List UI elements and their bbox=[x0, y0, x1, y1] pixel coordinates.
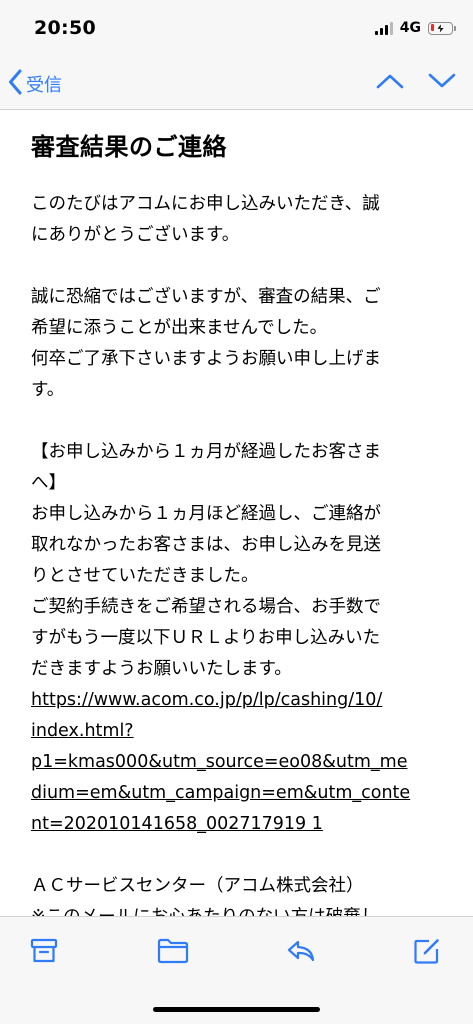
compose-button[interactable] bbox=[411, 937, 443, 969]
body-line: お申し込みから１ヵ月ほど経過し、ご連絡が bbox=[31, 504, 381, 524]
compose-icon bbox=[413, 937, 441, 969]
body-line: 【お申し込みから１ヵ月が経過したお客さま bbox=[31, 442, 381, 462]
body-line: 取れなかったお客さまは、お申し込みを見送 bbox=[31, 535, 381, 555]
network-type: 4G bbox=[399, 20, 421, 36]
body-line: 誠に恐縮ではございますが、審査の結果、ご bbox=[31, 287, 381, 307]
previous-message-button[interactable] bbox=[375, 68, 405, 98]
link-line[interactable]: p1=kmas000&utm_source=eo08&utm_me bbox=[31, 747, 441, 778]
body-line: だきますようお願いいたします。 bbox=[31, 659, 292, 679]
email-content[interactable]: 審査結果のご連絡 このたびはアコムにお申し込みいただき、誠 にありがとうございま… bbox=[0, 111, 473, 916]
chevron-down-icon bbox=[428, 73, 456, 93]
battery-charging-icon bbox=[428, 21, 456, 35]
body-line: へ】 bbox=[31, 473, 66, 493]
email-body: このたびはアコムにお申し込みいただき、誠 にありがとうございます。 誠に恐縮では… bbox=[31, 189, 441, 916]
archive-icon bbox=[30, 938, 58, 968]
chevron-left-icon bbox=[8, 69, 22, 99]
body-line: ※このメールにお心あたりのない方は破棄し bbox=[31, 902, 441, 916]
folder-icon bbox=[157, 938, 189, 968]
chevron-up-icon bbox=[376, 73, 404, 93]
body-line: ＡＣサービスセンター（アコム株式会社） bbox=[31, 876, 364, 896]
back-label: 受信 bbox=[26, 75, 62, 96]
body-line: ご契約手続きをご希望される場合、お手数で bbox=[31, 597, 381, 617]
reply-button[interactable] bbox=[285, 937, 317, 969]
archive-button[interactable] bbox=[28, 937, 60, 969]
body-line: りとさせていただきました。 bbox=[31, 566, 259, 586]
link-line[interactable]: nt=202010141658_002717919 1 bbox=[31, 809, 441, 840]
link-line[interactable]: dium=em&utm_campaign=em&utm_conte bbox=[31, 778, 441, 809]
message-navigation bbox=[375, 68, 457, 98]
body-line: このたびはアコムにお申し込みいただき、誠 bbox=[31, 194, 380, 214]
reply-icon bbox=[286, 939, 316, 967]
body-line: すがもう一度以下ＵＲＬよりお申し込みいた bbox=[31, 628, 381, 648]
next-message-button[interactable] bbox=[427, 68, 457, 98]
link-line[interactable]: index.html? bbox=[31, 716, 441, 747]
body-line: す。 bbox=[31, 380, 65, 400]
home-indicator[interactable] bbox=[153, 1007, 320, 1012]
status-indicators: 4G bbox=[374, 20, 456, 36]
status-bar: 20:50 4G bbox=[0, 0, 473, 58]
status-time: 20:50 bbox=[34, 17, 96, 39]
move-to-folder-button[interactable] bbox=[157, 937, 189, 969]
email-subject: 審査結果のご連絡 bbox=[31, 133, 227, 161]
body-line: 希望に添うことが出来ませんでした。 bbox=[31, 318, 328, 338]
link-line[interactable]: https://www.acom.co.jp/p/lp/cashing/10/ bbox=[31, 685, 441, 716]
body-line: にありがとうございます。 bbox=[31, 225, 240, 245]
back-button[interactable]: 受信 bbox=[8, 68, 62, 100]
signal-icon bbox=[374, 21, 393, 35]
body-line: 何卒ご了承下さいますようお願い申し上げま bbox=[31, 349, 381, 369]
application-link[interactable]: https://www.acom.co.jp/p/lp/cashing/10/ … bbox=[31, 685, 441, 840]
nav-bar: 受信 bbox=[0, 58, 473, 110]
